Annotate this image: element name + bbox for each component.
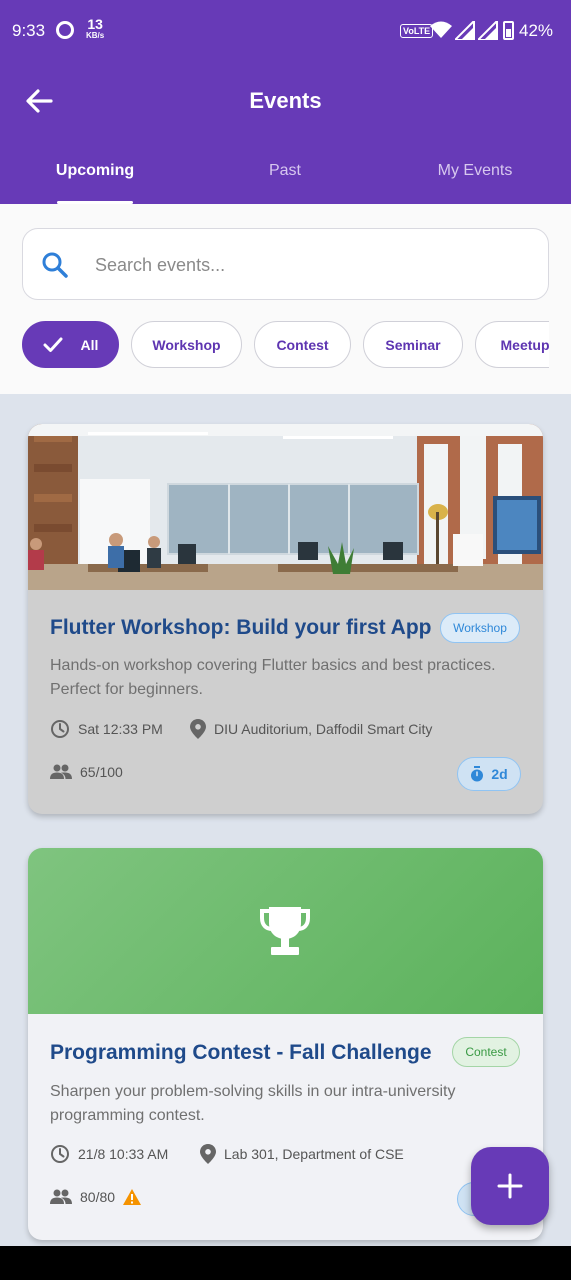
app-bar: Events Upcoming Past My Events [0,62,571,204]
event-datetime: 21/8 10:33 AM [50,1144,168,1164]
clock-icon [51,720,69,738]
wifi-icon [430,21,452,38]
event-description: Hands-on workshop covering Flutter basic… [50,657,496,698]
filter-chip-meetup[interactable]: Meetup [475,321,549,368]
event-attendees-text: 65/100 [80,764,123,780]
countdown-text: 2d [491,766,508,782]
plus-icon [497,1173,523,1199]
event-card-2[interactable]: Programming Contest - Fall Challenge Con… [28,848,543,1240]
event-datetime-text: Sat 12:33 PM [78,721,163,737]
event-attendees-text: 80/80 [80,1189,116,1205]
battery-percent: 42% [519,21,554,40]
system-nav-bar [0,1246,571,1280]
filter-chip-contest[interactable]: Contest [254,321,351,368]
location-pin-icon [190,719,206,739]
event-location-text: DIU Auditorium, Daffodil Smart City [214,721,433,737]
network-speed-unit: KB/s [86,31,105,40]
category-badge: Workshop [440,613,520,643]
check-icon [43,337,63,352]
tab-past[interactable]: Past [190,162,380,180]
search-box[interactable] [22,228,549,300]
event-hero-banner [28,848,543,1014]
page-title: Events [249,88,322,113]
sync-icon [56,21,74,39]
warning-icon [123,1189,142,1205]
filter-chip-label: All [80,336,99,353]
add-event-button[interactable] [471,1147,549,1225]
event-attendees: 65/100 [50,764,123,780]
event-image [28,424,543,590]
tab-my-events[interactable]: My Events [380,162,570,180]
category-filters: All Workshop Contest Seminar Meetup [22,321,549,369]
event-location-text: Lab 301, Department of CSE [224,1146,404,1162]
filter-chip-all[interactable]: All [22,321,119,368]
event-title[interactable]: Flutter Workshop: Build your first App [50,616,432,640]
event-title[interactable]: Programming Contest - Fall Challenge [50,1041,432,1065]
filter-chip-seminar[interactable]: Seminar [363,321,463,368]
network-speed-value: 13 [87,16,103,32]
tab-upcoming[interactable]: Upcoming [0,162,190,180]
status-time: 9:33 [12,21,46,40]
search-input[interactable] [95,249,515,281]
signal-icon-2 [478,21,498,40]
office-photo [28,424,543,590]
filter-chip-workshop[interactable]: Workshop [131,321,242,368]
countdown-badge: 2d [457,757,521,791]
people-icon [50,1189,72,1204]
battery-icon [503,21,514,40]
network-speed: 13 KB/s [86,16,105,41]
event-attendees: 80/80 [50,1189,149,1205]
trophy-icon [260,907,310,955]
timer-icon [471,766,484,782]
volte-label: VoLTE [400,24,434,38]
event-location: DIU Auditorium, Daffodil Smart City [190,719,432,739]
people-icon [50,764,72,779]
event-datetime: Sat 12:33 PM [50,719,163,739]
filter-panel: All Workshop Contest Seminar Meetup [0,204,571,394]
clock-icon [51,1145,69,1163]
category-badge: Contest [452,1037,520,1067]
event-location: Lab 301, Department of CSE [200,1144,404,1164]
event-description: Sharpen your problem-solving skills in o… [50,1083,456,1124]
search-icon [42,252,68,278]
event-datetime-text: 21/8 10:33 AM [78,1146,169,1162]
signal-icon [455,21,475,40]
location-pin-icon [200,1144,216,1164]
event-card[interactable]: Flutter Workshop: Build your first App W… [28,424,543,814]
status-bar: 9:33 13 KB/s VoLTE 42% [0,0,571,62]
event-list: Flutter Workshop: Build your first App W… [0,394,571,1246]
